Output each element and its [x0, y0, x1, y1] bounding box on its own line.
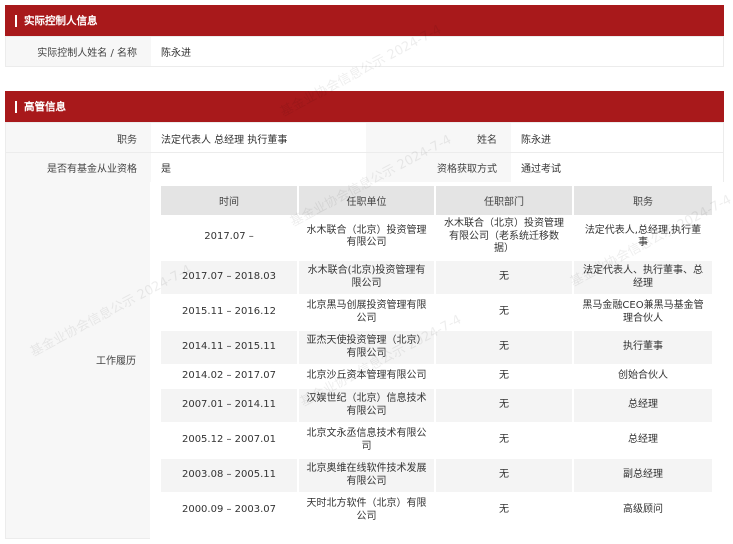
time-cell: 2017.07 – 2018.03: [161, 261, 299, 296]
section-marker-icon: [15, 14, 17, 27]
position-value: 法定代表人 总经理 执行董事: [161, 134, 288, 146]
role-cell: 黑马金融CEO兼黑马基金管理合伙人: [574, 296, 712, 331]
exec-section-header: 高管信息: [5, 91, 724, 122]
company-cell: 水木联合(北京)投资管理有限公司: [299, 261, 436, 296]
name-value: 陈永进: [521, 134, 551, 146]
table-row: 2000.09 – 2003.07 天时北方软件（北京）有限公司 无 高级顾问: [161, 494, 712, 529]
method-label: 资格获取方式: [366, 153, 511, 182]
company-cell: 北京黑马创展投资管理有限公司: [299, 296, 436, 331]
table-header-row: 时间 任职单位 任职部门 职务: [161, 186, 712, 215]
col-time-header: 时间: [161, 186, 299, 215]
work-history-table: 时间 任职单位 任职部门 职务 2017.07 – 水木联合（北京）投资管理有限…: [161, 186, 712, 529]
qualification-label: 是否有基金从业资格: [6, 153, 151, 182]
table-row: 2014.11 – 2015.11 亚杰天使投资管理（北京）有限公司 无 执行董…: [161, 331, 712, 366]
controller-name-value: 陈永进: [161, 48, 191, 59]
table-row: 2017.07 – 2018.03 水木联合(北京)投资管理有限公司 无 法定代…: [161, 261, 712, 296]
controller-section-title: 实际控制人信息: [24, 15, 98, 27]
table-row: 2015.11 – 2016.12 北京黑马创展投资管理有限公司 无 黑马金融C…: [161, 296, 712, 331]
table-row: 2017.07 – 水木联合（北京）投资管理有限公司 水木联合（北京）投资管理有…: [161, 215, 712, 261]
table-row: 2014.02 – 2017.07 北京沙丘资本管理有限公司 无 创始合伙人: [161, 366, 712, 389]
name-label: 姓名: [366, 123, 511, 153]
company-cell: 天时北方软件（北京）有限公司: [299, 494, 436, 529]
col-company-header: 任职单位: [299, 186, 436, 215]
section-marker-icon: [15, 100, 17, 113]
role-cell: 法定代表人、执行董事、总经理: [574, 261, 712, 296]
role-cell: 法定代表人,总经理,执行董事: [574, 215, 712, 261]
position-label: 职务: [6, 123, 151, 153]
dept-cell: 水木联合（北京）投资管理有限公司（老系统迁移数据）: [436, 215, 574, 261]
method-value: 通过考试: [521, 164, 561, 175]
time-cell: 2003.08 – 2005.11: [161, 459, 299, 494]
controller-name-row: 实际控制人姓名 / 名称 陈永进: [5, 36, 724, 67]
time-cell: 2015.11 – 2016.12: [161, 296, 299, 331]
company-cell: 水木联合（北京）投资管理有限公司: [299, 215, 436, 261]
dept-cell: 无: [436, 494, 574, 529]
dept-cell: 无: [436, 331, 574, 366]
qualification-value: 是: [161, 164, 171, 175]
time-cell: 2005.12 – 2007.01: [161, 424, 299, 459]
table-row: 2005.12 – 2007.01 北京文永丞信息技术有限公司 无 总经理: [161, 424, 712, 459]
table-row: 2007.01 – 2014.11 汉娱世纪（北京）信息技术有限公司 无 总经理: [161, 389, 712, 424]
dept-cell: 无: [436, 296, 574, 331]
time-cell: 2014.11 – 2015.11: [161, 331, 299, 366]
exec-position-row: 职务 法定代表人 总经理 执行董事 姓名 陈永进: [5, 122, 724, 153]
company-cell: 北京奥维在线软件技术发展有限公司: [299, 459, 436, 494]
role-cell: 副总经理: [574, 459, 712, 494]
col-role-header: 职务: [574, 186, 712, 215]
table-row: 2003.08 – 2005.11 北京奥维在线软件技术发展有限公司 无 副总经…: [161, 459, 712, 494]
col-dept-header: 任职部门: [436, 186, 574, 215]
dept-cell: 无: [436, 366, 574, 389]
time-cell: 2007.01 – 2014.11: [161, 389, 299, 424]
exec-qualification-row: 是否有基金从业资格 是 资格获取方式 通过考试: [5, 152, 724, 182]
company-cell: 亚杰天使投资管理（北京）有限公司: [299, 331, 436, 366]
dept-cell: 无: [436, 459, 574, 494]
dept-cell: 无: [436, 261, 574, 296]
role-cell: 总经理: [574, 424, 712, 459]
time-cell: 2017.07 –: [161, 215, 299, 261]
company-cell: 汉娱世纪（北京）信息技术有限公司: [299, 389, 436, 424]
company-cell: 北京沙丘资本管理有限公司: [299, 366, 436, 389]
role-cell: 执行董事: [574, 331, 712, 366]
time-cell: 2000.09 – 2003.07: [161, 494, 299, 529]
company-cell: 北京文永丞信息技术有限公司: [299, 424, 436, 459]
role-cell: 高级顾问: [574, 494, 712, 529]
work-history-label: 工作履历: [5, 181, 150, 539]
controller-name-label: 实际控制人姓名 / 名称: [6, 37, 151, 66]
time-cell: 2014.02 – 2017.07: [161, 366, 299, 389]
controller-section-header: 实际控制人信息: [5, 5, 724, 36]
dept-cell: 无: [436, 389, 574, 424]
dept-cell: 无: [436, 424, 574, 459]
role-cell: 总经理: [574, 389, 712, 424]
exec-section-title: 高管信息: [24, 101, 66, 113]
role-cell: 创始合伙人: [574, 366, 712, 389]
